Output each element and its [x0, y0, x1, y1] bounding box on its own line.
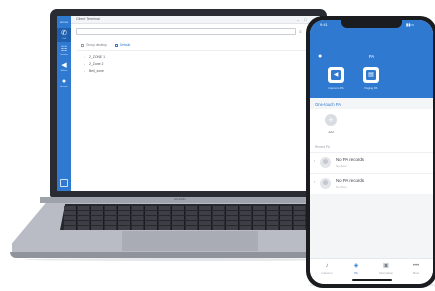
- avatar: [320, 157, 331, 168]
- list-item[interactable]: › No PA records No Zone: [310, 152, 433, 173]
- sidebar-item-call[interactable]: ✆ Call: [57, 28, 71, 42]
- shortcut-label: Paging PA: [364, 86, 378, 90]
- mic-icon: ♪: [325, 263, 329, 269]
- search-input[interactable]: [76, 28, 296, 35]
- record-subtitle: No Zone: [336, 164, 347, 168]
- add-button[interactable]: +: [325, 114, 337, 126]
- app-logo: ekit·tele: [59, 21, 69, 24]
- section-title: One-touch PA: [315, 102, 341, 107]
- tree-item-label: 2_ZONE 1: [89, 55, 106, 59]
- sidebar-item-label: Call: [62, 38, 66, 40]
- person-icon: ●: [61, 78, 67, 85]
- phone-notch: [341, 20, 402, 28]
- settings-icon[interactable]: [60, 179, 68, 187]
- tab-default[interactable]: Default: [120, 43, 130, 47]
- maximize-icon[interactable]: □: [304, 17, 306, 22]
- laptop-shadow: [24, 258, 354, 261]
- sidebar-item-bulletin[interactable]: ◀ Bulletin: [57, 60, 71, 74]
- tree-item-label: 2_Zone 2: [89, 62, 104, 66]
- laptop-hinge: [40, 197, 336, 203]
- status-time: 9:41: [320, 22, 328, 27]
- chevron-right-icon: ›: [314, 180, 316, 184]
- touchpad: [122, 231, 258, 251]
- tab-intercom[interactable]: ♪ Intercom: [315, 263, 339, 275]
- sidebar-item-label: Bulletin: [60, 70, 68, 72]
- info-icon: ▣: [383, 263, 389, 269]
- window-title: Client Terminal: [76, 17, 100, 21]
- battery-icon: ▮▮▭: [406, 21, 415, 27]
- tab-label: PA: [354, 271, 358, 275]
- speaker-icon: ◀: [331, 70, 341, 80]
- record-subtitle: No Zone: [336, 185, 347, 189]
- tree-item-label: Bell_zone: [89, 69, 104, 73]
- tab-group-desktop[interactable]: Group desktop: [86, 43, 107, 47]
- chevron-right-icon: ›: [84, 62, 85, 66]
- add-label: Add: [328, 130, 334, 134]
- minimize-icon[interactable]: –: [297, 17, 299, 22]
- pa-header: 9:41 ▮▮▭ ● PA ◀ Intercom PA ▤ Paging PA: [310, 20, 433, 98]
- app-titlebar: Client Terminal – □ ×: [71, 16, 320, 24]
- avatar: [320, 178, 331, 189]
- message-icon: ▤: [366, 70, 376, 80]
- keyboard-row: [64, 216, 314, 220]
- keyboard-row: [64, 211, 314, 215]
- tab-information[interactable]: ▣ Information: [374, 263, 398, 275]
- broadcast-icon: ◈: [353, 263, 359, 269]
- sidebar-item-contacts[interactable]: ☷ Contacts: [57, 44, 71, 58]
- sidebar-item-account[interactable]: ● Account: [57, 76, 71, 90]
- tab-label: Intercom: [321, 271, 333, 275]
- contacts-icon: ☷: [60, 46, 68, 53]
- more-icon: •••: [412, 263, 420, 269]
- record-title: No PA records: [336, 178, 364, 183]
- checkbox-icon[interactable]: [115, 44, 118, 47]
- sidebar-item-label: Contacts: [60, 54, 68, 56]
- shortcut-label: Intercom PA: [328, 86, 344, 90]
- page-title: PA: [368, 54, 375, 59]
- divider: [77, 50, 315, 51]
- tab-pa[interactable]: ◈ PA: [344, 263, 368, 275]
- app-sidebar: ekit·tele ✆ Call ☷ Contacts ◀ Bulletin ●…: [57, 16, 71, 191]
- laptop-brand: HUAWEI: [174, 198, 187, 201]
- recent-title: Recent PA: [315, 145, 330, 149]
- tab-more[interactable]: ••• More: [404, 263, 428, 275]
- list-item[interactable]: › No PA records No Zone: [310, 173, 433, 194]
- checkbox-icon[interactable]: [81, 44, 84, 47]
- record-title: No PA records: [336, 157, 364, 162]
- paging-pa-button[interactable]: ▤: [363, 67, 379, 83]
- chevron-right-icon: ›: [84, 55, 85, 59]
- megaphone-icon: ◀: [61, 62, 67, 69]
- list-icon[interactable]: ≡: [299, 28, 302, 35]
- tab-label: More: [412, 271, 420, 275]
- keyboard-row: [64, 206, 314, 210]
- phone-screen: 9:41 ▮▮▭ ● PA ◀ Intercom PA ▤ Paging PA …: [310, 20, 433, 284]
- keyboard-row: [64, 225, 314, 230]
- laptop-screen: ekit·tele ✆ Call ☷ Contacts ◀ Bulletin ●…: [57, 16, 320, 191]
- home-indicator: [352, 279, 392, 281]
- sidebar-item-label: Account: [60, 86, 68, 88]
- tab-label: Information: [379, 271, 393, 275]
- chevron-right-icon: ›: [314, 159, 316, 163]
- chevron-right-icon: ›: [84, 69, 85, 73]
- product-illustration: ekit·tele ✆ Call ☷ Contacts ◀ Bulletin ●…: [0, 0, 435, 291]
- intercom-pa-button[interactable]: ◀: [328, 67, 344, 83]
- phone-icon: ✆: [61, 30, 67, 37]
- keyboard-row: [64, 221, 314, 225]
